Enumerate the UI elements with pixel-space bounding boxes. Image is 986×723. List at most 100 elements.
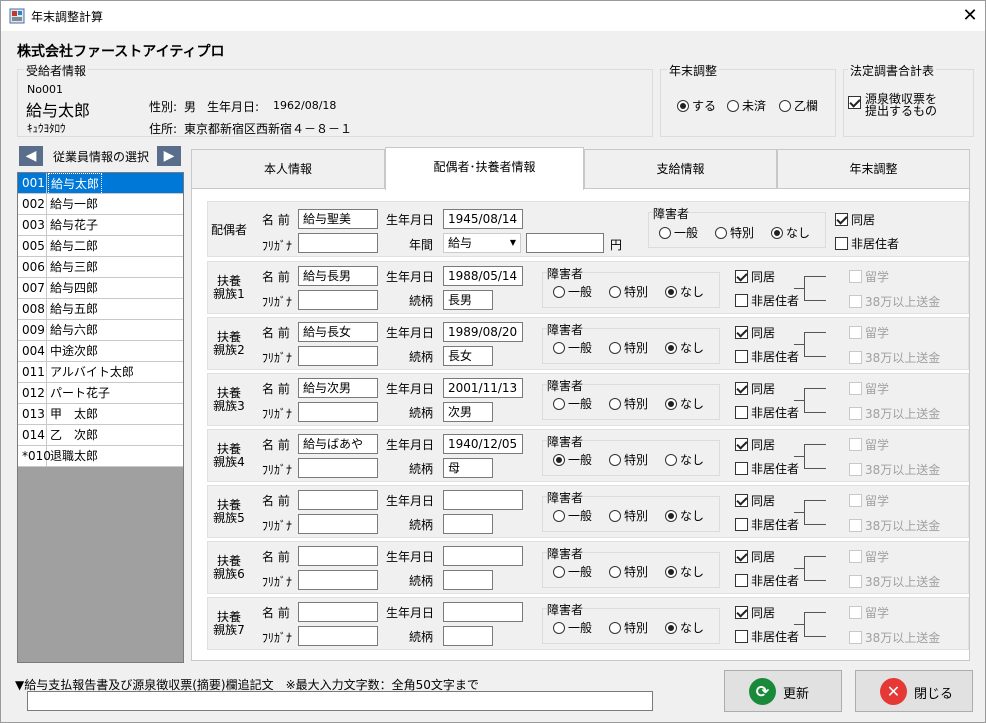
spouse-nonresident-checkbox[interactable]: 非居住者 [835, 235, 899, 252]
dependent-study-checkbox[interactable]: 留学 [849, 268, 889, 285]
dependent-nonresident-checkbox[interactable]: 非居住者 [735, 292, 799, 309]
employee-list-item[interactable]: 001 給与太郎 [18, 173, 183, 195]
dependent-birth-input[interactable] [443, 490, 523, 510]
dependent-name-input[interactable]: 給与次男 [298, 378, 378, 398]
dependent-nonresident-checkbox[interactable]: 非居住者 [735, 460, 799, 477]
dependent-study-checkbox[interactable]: 留学 [849, 380, 889, 397]
dependent-study-checkbox[interactable]: 留学 [849, 548, 889, 565]
dependent-relation-input[interactable]: 次男 [443, 402, 493, 422]
spouse-cohabit-checkbox[interactable]: 同居 [835, 211, 875, 228]
dependent-remit-checkbox[interactable]: 38万以上送金 [849, 293, 940, 310]
disability-none-radio[interactable]: なし [665, 507, 704, 524]
close-icon[interactable]: ✕ [956, 3, 984, 29]
dependent-cohabit-checkbox[interactable]: 同居 [735, 380, 775, 397]
year-end-option-unsettled[interactable]: 未済 [727, 97, 766, 114]
dependent-cohabit-checkbox[interactable]: 同居 [735, 436, 775, 453]
disability-special-radio[interactable]: 特別 [609, 451, 648, 468]
dependent-birth-input[interactable]: 1940/12/05 [443, 434, 523, 454]
employee-list-item[interactable]: 012 パート花子 [18, 383, 183, 404]
close-button[interactable]: ✕ 閉じる [855, 670, 973, 712]
employee-list-item[interactable]: 007 給与四郎 [18, 278, 183, 299]
disability-special-radio[interactable]: 特別 [715, 224, 754, 241]
year-end-option-otsu[interactable]: 乙欄 [779, 97, 818, 114]
employee-list-item[interactable]: *010 退職太郎 [18, 446, 183, 467]
disability-none-radio[interactable]: なし [771, 224, 810, 241]
dependent-furigana-input[interactable] [298, 346, 378, 366]
employee-list-item[interactable]: 008 給与五郎 [18, 299, 183, 320]
income-type-select[interactable]: 給与 ▼ [443, 233, 521, 253]
disability-special-radio[interactable]: 特別 [609, 507, 648, 524]
dependent-cohabit-checkbox[interactable]: 同居 [735, 492, 775, 509]
disability-special-radio[interactable]: 特別 [609, 339, 648, 356]
spouse-name-input[interactable]: 給与聖美 [298, 209, 378, 229]
disability-none-radio[interactable]: なし [665, 339, 704, 356]
dependent-name-input[interactable] [298, 546, 378, 566]
dependent-birth-input[interactable]: 1989/08/20 [443, 322, 523, 342]
disability-general-radio[interactable]: 一般 [553, 563, 592, 580]
dependent-furigana-input[interactable] [298, 402, 378, 422]
dependent-name-input[interactable]: 給与ばあや [298, 434, 378, 454]
dependent-remit-checkbox[interactable]: 38万以上送金 [849, 349, 940, 366]
disability-none-radio[interactable]: なし [665, 563, 704, 580]
dependent-cohabit-checkbox[interactable]: 同居 [735, 548, 775, 565]
prev-employee-button[interactable]: ◀ [19, 146, 43, 166]
dependent-relation-input[interactable] [443, 626, 493, 646]
employee-list-item[interactable]: 003 給与花子 [18, 215, 183, 236]
disability-general-radio[interactable]: 一般 [553, 451, 592, 468]
employee-list-item[interactable]: 005 給与二郎 [18, 236, 183, 257]
tab-spouse-dependents[interactable]: 配偶者･扶養者情報 [385, 147, 584, 190]
dependent-furigana-input[interactable] [298, 570, 378, 590]
disability-general-radio[interactable]: 一般 [553, 339, 592, 356]
dependent-cohabit-checkbox[interactable]: 同居 [735, 268, 775, 285]
tab-year-end[interactable]: 年末調整 [777, 149, 970, 189]
dependent-study-checkbox[interactable]: 留学 [849, 324, 889, 341]
dependent-remit-checkbox[interactable]: 38万以上送金 [849, 405, 940, 422]
spouse-income-input[interactable] [526, 233, 604, 253]
dependent-remit-checkbox[interactable]: 38万以上送金 [849, 573, 940, 590]
employee-list-item[interactable]: 006 給与三郎 [18, 257, 183, 278]
dependent-birth-input[interactable] [443, 546, 523, 566]
dependent-remit-checkbox[interactable]: 38万以上送金 [849, 517, 940, 534]
employee-list-item[interactable]: 004 中途次郎 [18, 341, 183, 362]
dependent-furigana-input[interactable] [298, 458, 378, 478]
employee-list-item[interactable]: 009 給与六郎 [18, 320, 183, 341]
disability-general-radio[interactable]: 一般 [553, 507, 592, 524]
dependent-birth-input[interactable]: 2001/11/13 [443, 378, 523, 398]
dependent-cohabit-checkbox[interactable]: 同居 [735, 324, 775, 341]
employee-list-item[interactable]: 002 給与一郎 [18, 194, 183, 215]
dependent-name-input[interactable] [298, 602, 378, 622]
dependent-name-input[interactable]: 給与長男 [298, 266, 378, 286]
spouse-furigana-input[interactable] [298, 233, 378, 253]
dependent-furigana-input[interactable] [298, 626, 378, 646]
disability-general-radio[interactable]: 一般 [553, 395, 592, 412]
disability-general-radio[interactable]: 一般 [553, 619, 592, 636]
next-employee-button[interactable]: ▶ [157, 146, 181, 166]
dependent-study-checkbox[interactable]: 留学 [849, 604, 889, 621]
year-end-option-do[interactable]: する [677, 97, 716, 114]
update-button[interactable]: ⟳ 更新 [724, 670, 842, 712]
dependent-cohabit-checkbox[interactable]: 同居 [735, 604, 775, 621]
dependent-study-checkbox[interactable]: 留学 [849, 436, 889, 453]
dependent-nonresident-checkbox[interactable]: 非居住者 [735, 572, 799, 589]
dependent-furigana-input[interactable] [298, 290, 378, 310]
remarks-input[interactable] [27, 691, 653, 711]
spouse-birth-input[interactable]: 1945/08/14 [443, 209, 523, 229]
dependent-relation-input[interactable]: 母 [443, 458, 493, 478]
dependent-relation-input[interactable]: 長男 [443, 290, 493, 310]
dependent-relation-input[interactable]: 長女 [443, 346, 493, 366]
disability-none-radio[interactable]: なし [665, 619, 704, 636]
disability-none-radio[interactable]: なし [665, 283, 704, 300]
disability-general-radio[interactable]: 一般 [553, 283, 592, 300]
dependent-relation-input[interactable] [443, 514, 493, 534]
disability-none-radio[interactable]: なし [665, 395, 704, 412]
tab-personal[interactable]: 本人情報 [191, 149, 385, 189]
disability-none-radio[interactable]: なし [665, 451, 704, 468]
dependent-furigana-input[interactable] [298, 514, 378, 534]
employee-list-item[interactable]: 011 アルバイト太郎 [18, 362, 183, 383]
disability-general-radio[interactable]: 一般 [659, 224, 698, 241]
dependent-name-input[interactable] [298, 490, 378, 510]
disability-special-radio[interactable]: 特別 [609, 619, 648, 636]
dependent-remit-checkbox[interactable]: 38万以上送金 [849, 629, 940, 646]
dependent-relation-input[interactable] [443, 570, 493, 590]
dependent-nonresident-checkbox[interactable]: 非居住者 [735, 348, 799, 365]
